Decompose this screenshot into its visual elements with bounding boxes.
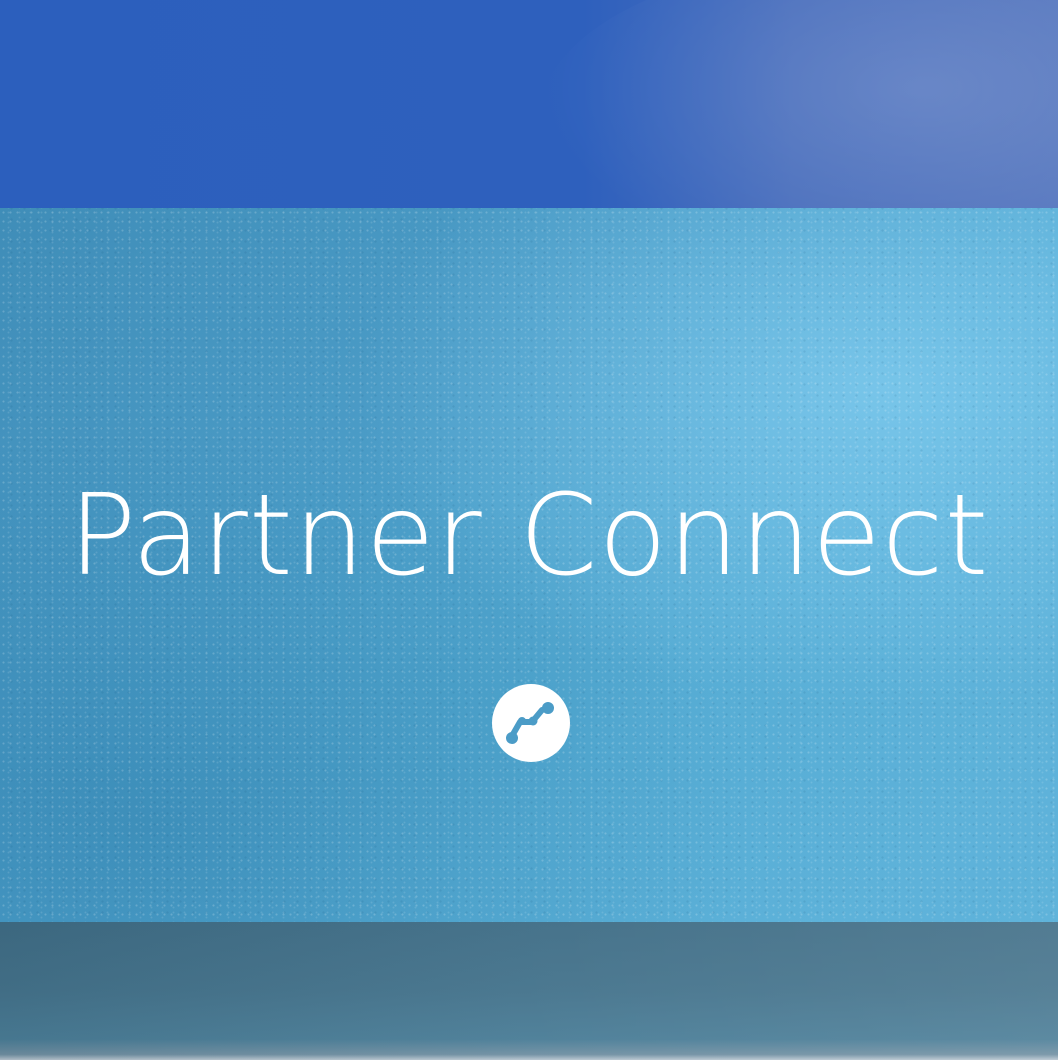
partner-connect-logo-icon: [492, 684, 570, 762]
page: Partner Connect: [0, 0, 1058, 1060]
top-band: [0, 0, 1058, 208]
hero-banner: Partner Connect: [0, 208, 1058, 922]
bottom-band: [0, 922, 1058, 1060]
hero-title: Partner Connect: [68, 471, 990, 601]
